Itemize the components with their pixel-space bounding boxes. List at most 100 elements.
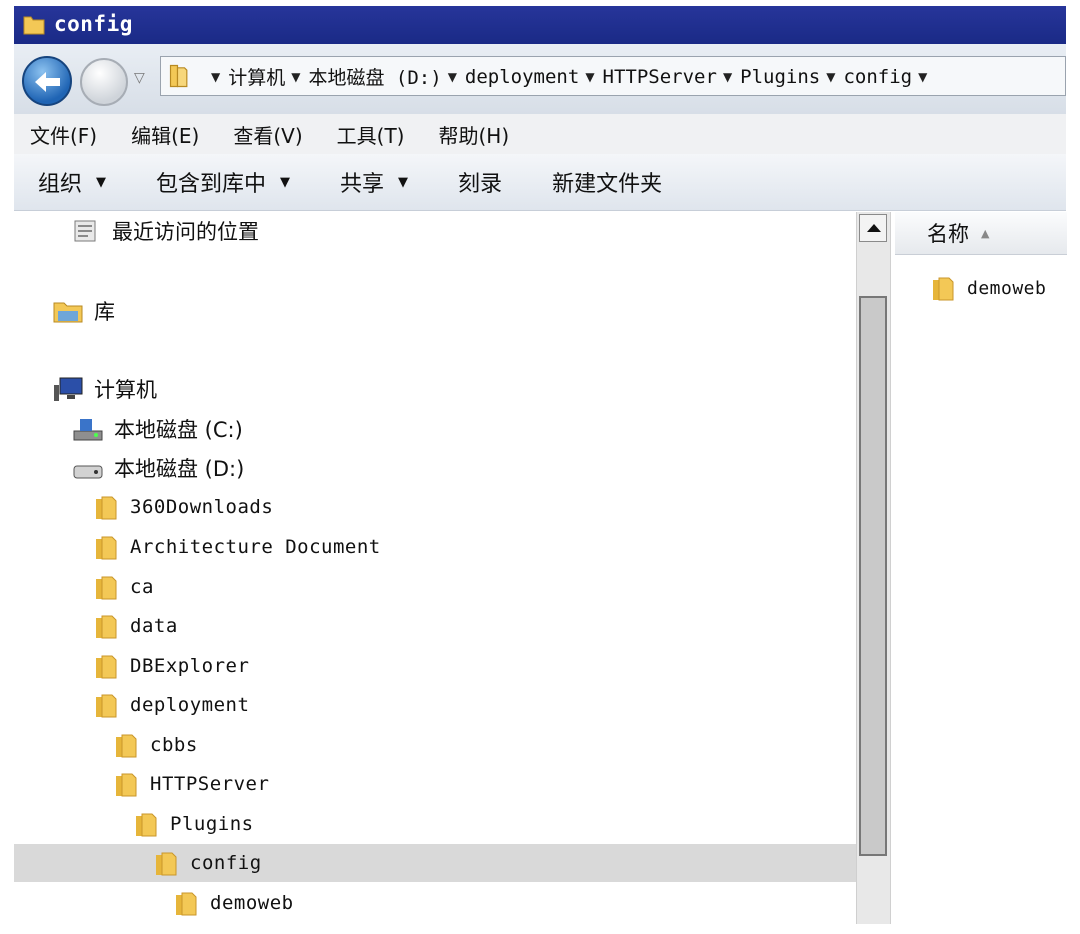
tree-item-plugins[interactable]: Plugins: [134, 805, 254, 843]
scroll-thumb[interactable]: [859, 296, 887, 856]
tree-label: 库: [94, 300, 115, 324]
window-title: config: [54, 12, 133, 36]
folder-icon: [933, 277, 954, 301]
vertical-scrollbar[interactable]: [856, 212, 891, 924]
folder-icon: [96, 576, 117, 600]
tree-item-libraries[interactable]: 库: [52, 292, 115, 330]
menu-tools[interactable]: 工具(T): [337, 120, 405, 149]
address-bar[interactable]: ▼ 计算机 ▼ 本地磁盘 (D:) ▼ deployment ▼ HTTPSer…: [160, 56, 1066, 96]
tree-label: Architecture Document: [130, 536, 381, 558]
back-button[interactable]: [22, 56, 72, 106]
tree-item-computer[interactable]: 计算机: [52, 370, 157, 408]
tree-item-drive-d[interactable]: 本地磁盘 (D:): [72, 449, 244, 487]
tree-item-recent-places[interactable]: 最近访问的位置: [72, 212, 259, 250]
dropdown-arrow-icon: ▼: [96, 174, 107, 190]
share-label: 共享: [340, 172, 385, 197]
breadcrumb-plugins[interactable]: Plugins: [740, 66, 820, 88]
scroll-up-button[interactable]: [859, 214, 887, 242]
crumb-separator-icon[interactable]: ▼: [585, 70, 594, 84]
organize-label: 组织: [38, 172, 83, 197]
folder-icon: [116, 734, 137, 758]
tree-item-ca[interactable]: ca: [94, 568, 154, 606]
menu-bar: 文件(F) 编辑(E) 查看(V) 工具(T) 帮助(H): [14, 114, 1066, 154]
tree-label: HTTPServer: [150, 773, 270, 795]
history-dropdown-icon[interactable]: ▽: [134, 70, 145, 86]
folder-icon: [116, 773, 137, 797]
tree-item-dbexplorer[interactable]: DBExplorer: [94, 647, 249, 685]
folder-icon: [22, 13, 46, 41]
tree-label: 本地磁盘 (C:): [114, 418, 243, 442]
breadcrumb-httpserver[interactable]: HTTPServer: [603, 66, 717, 88]
dropdown-arrow-icon: ▼: [280, 174, 291, 190]
tree-item-architecture-document[interactable]: Architecture Document: [94, 528, 381, 566]
crumb-separator-icon[interactable]: ▼: [211, 70, 220, 84]
tree-item-data[interactable]: data: [94, 607, 178, 645]
dropdown-arrow-icon: ▼: [398, 174, 409, 190]
folder-open-icon: [156, 852, 177, 876]
tree-label: 360Downloads: [130, 496, 274, 518]
library-icon: [53, 302, 83, 323]
hard-drive-icon: [73, 465, 103, 479]
tree-item-config-selected[interactable]: config: [14, 844, 856, 882]
tree-label: data: [130, 615, 178, 637]
title-bar: config: [14, 6, 1066, 44]
tree-label: deployment: [130, 694, 250, 716]
computer-icon: [54, 377, 83, 401]
include-in-library-button[interactable]: 包含到库中 ▼: [156, 166, 290, 198]
tree-item-demoweb[interactable]: demoweb: [174, 884, 294, 922]
tree-label: 计算机: [94, 378, 157, 402]
folder-icon: [96, 496, 117, 520]
file-label: demoweb: [967, 277, 1047, 299]
tree-item-cbbs[interactable]: cbbs: [114, 726, 198, 764]
folder-icon: [96, 694, 117, 718]
folder-icon: [96, 536, 117, 560]
sort-ascending-icon: ▲: [981, 226, 990, 240]
menu-edit[interactable]: 编辑(E): [131, 120, 199, 149]
menu-help[interactable]: 帮助(H): [438, 120, 509, 149]
tree-label: DBExplorer: [130, 655, 250, 677]
new-folder-button[interactable]: 新建文件夹: [552, 166, 662, 198]
menu-file[interactable]: 文件(F): [30, 120, 97, 149]
crumb-separator-icon[interactable]: ▼: [448, 70, 457, 84]
navigation-toolbar: ▽ ▼ 计算机 ▼ 本地磁盘 (D:) ▼ deployment ▼ HTTPS…: [14, 44, 1066, 115]
folder-icon: [96, 655, 117, 679]
share-button[interactable]: 共享 ▼: [340, 166, 408, 198]
tree-item-360downloads[interactable]: 360Downloads: [94, 488, 273, 526]
breadcrumb-config[interactable]: config: [843, 66, 912, 88]
system-drive-icon: [73, 419, 103, 441]
menu-view[interactable]: 查看(V): [233, 120, 302, 149]
folder-icon: [96, 615, 117, 639]
recent-places-icon: [74, 220, 96, 242]
crumb-separator-icon[interactable]: ▼: [918, 70, 927, 84]
include-in-library-label: 包含到库中: [156, 172, 267, 197]
forward-button[interactable]: [80, 58, 128, 106]
crumb-separator-icon[interactable]: ▼: [723, 70, 732, 84]
tree-label: cbbs: [150, 734, 198, 756]
folder-icon: [176, 892, 197, 916]
tree-item-httpserver[interactable]: HTTPServer: [114, 765, 269, 803]
tree-label: demoweb: [210, 892, 294, 914]
burn-button[interactable]: 刻录: [458, 166, 502, 198]
crumb-separator-icon[interactable]: ▼: [826, 70, 835, 84]
column-header-name[interactable]: 名称 ▲: [895, 212, 1067, 255]
tree-label: Plugins: [170, 813, 254, 835]
organize-button[interactable]: 组织 ▼: [38, 166, 106, 198]
content-pane: 名称 ▲ demoweb: [890, 212, 1067, 924]
breadcrumb-deployment[interactable]: deployment: [465, 66, 579, 88]
tree-label: 最近访问的位置: [112, 220, 259, 244]
breadcrumb-computer[interactable]: 计算机: [228, 63, 285, 90]
tree-item-drive-c[interactable]: 本地磁盘 (C:): [72, 410, 243, 448]
breadcrumb-drive-d[interactable]: 本地磁盘 (D:): [308, 63, 441, 90]
command-bar: 组织 ▼ 包含到库中 ▼ 共享 ▼ 刻录 新建文件夹: [14, 154, 1066, 211]
navigation-pane: 最近访问的位置 库 计算机 本地磁盘 (C:) 本地磁盘 (D:) 360Dow…: [14, 212, 856, 924]
arrow-left-icon: [35, 72, 60, 92]
crumb-separator-icon[interactable]: ▼: [291, 70, 300, 84]
tree-label: config: [190, 852, 262, 874]
file-item-demoweb[interactable]: demoweb: [931, 270, 1046, 306]
folder-icon: [167, 62, 195, 94]
folder-icon: [136, 813, 157, 837]
tree-item-deployment[interactable]: deployment: [94, 686, 249, 724]
tree-label: 本地磁盘 (D:): [114, 457, 245, 481]
column-header-label: 名称: [927, 222, 969, 246]
tree-label: ca: [130, 576, 154, 598]
